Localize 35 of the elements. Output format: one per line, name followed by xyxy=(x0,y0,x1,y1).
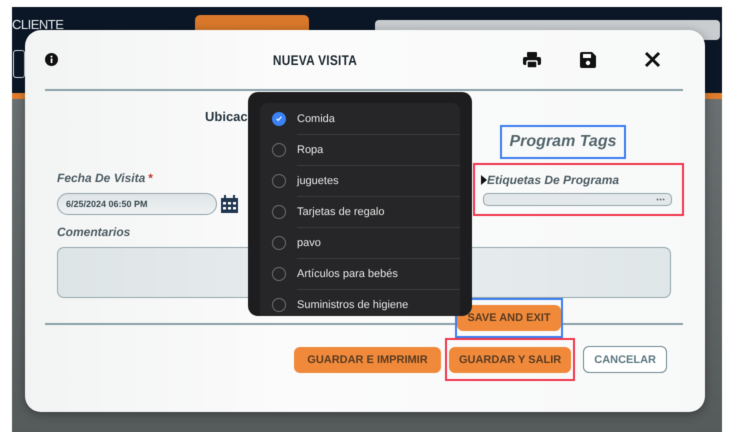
close-icon[interactable] xyxy=(644,51,661,68)
tag-option[interactable]: Comida xyxy=(260,103,460,134)
tag-option[interactable]: Tarjetas de regalo xyxy=(260,196,460,227)
required-mark: * xyxy=(148,171,153,185)
option-label: pavo xyxy=(297,226,460,258)
info-icon[interactable] xyxy=(45,53,58,66)
option-label: Comida xyxy=(297,112,336,126)
print-icon[interactable] xyxy=(522,50,542,68)
tag-option[interactable]: juguetes xyxy=(260,165,460,196)
calendar-icon[interactable] xyxy=(221,195,238,213)
field-label: Etiquetas De Programa xyxy=(487,173,620,187)
tag-option[interactable]: pavo xyxy=(260,227,460,258)
tag-option[interactable]: Ropa xyxy=(260,134,460,165)
save-button[interactable]: GUARDAR E IMPRIMIR xyxy=(294,346,441,372)
tag-option[interactable]: Artículos para bebés xyxy=(260,258,460,289)
save-and-exit-button[interactable]: SAVE AND EXIT xyxy=(457,305,561,331)
option-label: Artículos para bebés xyxy=(297,258,460,290)
option-label: Suministros de higiene xyxy=(297,288,460,316)
save-button[interactable]: GUARDAR Y SALIR xyxy=(448,346,572,372)
tags-field[interactable] xyxy=(483,193,672,206)
field-label: Ubicac xyxy=(205,109,248,124)
date-field[interactable]: 6/25/2024 06:50 PM xyxy=(57,193,217,215)
save-icon[interactable] xyxy=(579,50,597,68)
pointer-icon xyxy=(481,175,487,185)
option-label: Ropa xyxy=(297,134,460,166)
page-title: CLIENTE xyxy=(12,17,64,32)
field-label: Comentarios xyxy=(57,225,130,239)
option-label: Tarjetas de regalo xyxy=(297,196,460,228)
tag-option[interactable]: Suministros de higiene xyxy=(260,289,460,316)
more-icon xyxy=(656,198,665,201)
field-label: Fecha De Visita xyxy=(57,171,146,185)
cancel-button[interactable]: CANCELAR xyxy=(583,346,667,373)
option-label: juguetes xyxy=(297,164,460,196)
section-heading: Program Tags xyxy=(510,133,616,151)
modal-title: NUEVA VISITA xyxy=(272,52,358,68)
